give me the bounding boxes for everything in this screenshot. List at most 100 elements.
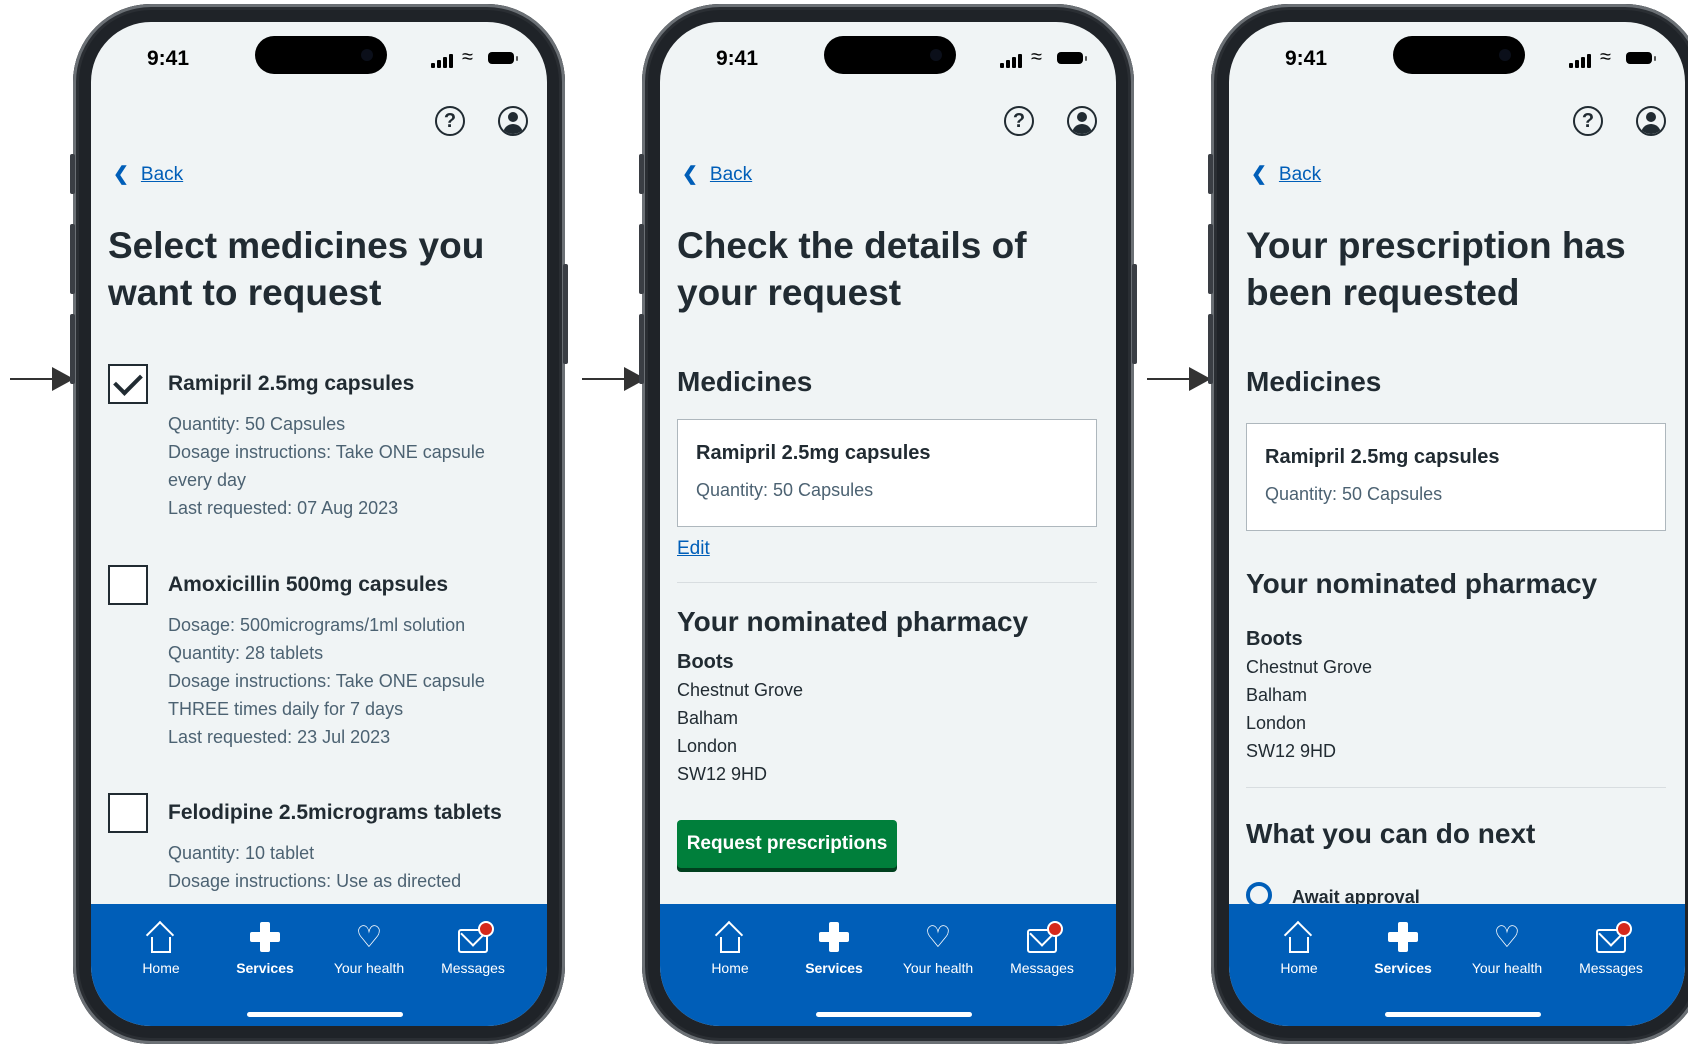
medicines-heading: Medicines <box>1246 366 1382 397</box>
tab-label: Home <box>1280 960 1318 976</box>
screen-prescription-requested: 9:41 ≈ ? ❮ Back Your prescription has bee… <box>1229 22 1685 1026</box>
tab-your-health[interactable]: ♡ Your health <box>1455 918 1559 976</box>
status-time: 9:41 <box>1285 47 1328 70</box>
account-icon[interactable] <box>498 106 528 136</box>
heart-icon: ♡ <box>355 921 383 954</box>
status-bar: 9:41 ≈ <box>660 22 1116 92</box>
tab-your-health[interactable]: ♡ Your health <box>886 918 990 976</box>
tab-label: Messages <box>441 960 505 976</box>
medicine-detail: Last requested: 23 Jul 2023 <box>168 727 391 747</box>
account-icon[interactable] <box>1636 106 1666 136</box>
medicine-name: Ramipril 2.5mg capsules <box>696 442 931 464</box>
tab-your-health[interactable]: ♡ Your health <box>317 918 421 976</box>
tab-home[interactable]: Home <box>109 918 213 976</box>
tab-label: Home <box>142 960 180 976</box>
medicine-detail: Quantity: 50 Capsules <box>168 414 346 434</box>
back-label: Back <box>709 164 753 185</box>
help-icon[interactable]: ? <box>1573 106 1603 136</box>
messages-envelope-icon <box>1596 921 1632 953</box>
next-steps-heading: What you can do next <box>1246 818 1536 849</box>
home-indicator[interactable] <box>247 1012 403 1017</box>
help-icon[interactable]: ? <box>1004 106 1034 136</box>
tab-label: Services <box>1374 960 1432 976</box>
medicine-name: Ramipril 2.5mg capsules <box>168 372 415 395</box>
medicine-detail: Dosage instructions: Take ONE capsule <box>168 671 485 691</box>
medicine-checkbox[interactable] <box>108 364 148 404</box>
medicine-detail: Quantity: 10 tablet <box>168 843 315 863</box>
battery-icon <box>488 52 518 64</box>
medicine-checkbox[interactable] <box>108 565 148 605</box>
page-title: Select medicines you want to request <box>108 225 485 313</box>
address-line: SW12 9HD <box>1246 741 1337 761</box>
page-title: Check the details of your request <box>677 225 1027 313</box>
dynamic-island <box>255 36 387 74</box>
tab-label: Services <box>805 960 863 976</box>
home-indicator[interactable] <box>816 1012 972 1017</box>
tab-label: Your health <box>902 960 974 976</box>
address-line: Balham <box>677 708 739 728</box>
services-cross-icon <box>819 922 849 952</box>
tab-home[interactable]: Home <box>678 918 782 976</box>
heart-icon: ♡ <box>924 921 952 954</box>
tab-services[interactable]: Services <box>213 918 317 976</box>
battery-icon <box>1057 52 1087 64</box>
status-bar: 9:41 ≈ <box>1229 22 1685 92</box>
tab-messages[interactable]: Messages <box>990 918 1094 976</box>
tab-services[interactable]: Services <box>782 918 886 976</box>
back-chevron-icon: ❮ <box>1251 164 1267 185</box>
notification-dot <box>1047 921 1063 937</box>
back-link[interactable]: ❮ Back <box>1251 163 1321 186</box>
services-cross-icon <box>250 922 280 952</box>
request-prescriptions-button[interactable]: Request prescriptions <box>677 820 897 868</box>
help-icon[interactable]: ? <box>435 106 465 136</box>
home-indicator[interactable] <box>1385 1012 1541 1017</box>
heart-icon: ♡ <box>1493 921 1521 954</box>
tab-bar: Home Services ♡ Your health Messages <box>1229 904 1685 1026</box>
flow-arrow-2 <box>582 367 646 391</box>
phone-check-details: 9:41 ≈ ? ❮ Back Check the details of your… <box>639 4 1137 1044</box>
status-time: 9:41 <box>716 47 759 70</box>
notification-dot <box>478 921 494 937</box>
pharmacy-address: Boots Chestnut Grove Balham London SW12 … <box>1246 625 1372 765</box>
flow-arrow-3 <box>1147 367 1211 391</box>
tab-label: Messages <box>1579 960 1643 976</box>
tab-label: Messages <box>1010 960 1074 976</box>
back-link[interactable]: ❮ Back <box>113 163 183 186</box>
pharmacy-name: Boots <box>677 651 734 673</box>
tab-messages[interactable]: Messages <box>421 918 525 976</box>
wifi-icon: ≈ <box>1600 46 1611 68</box>
pharmacy-heading: Your nominated pharmacy <box>677 606 1029 637</box>
address-line: Chestnut Grove <box>677 680 804 700</box>
page-title: Your prescription has been requested <box>1246 225 1626 313</box>
medicine-quantity: Quantity: 50 Capsules <box>696 480 874 500</box>
status-time: 9:41 <box>147 47 190 70</box>
back-link[interactable]: ❮ Back <box>682 163 752 186</box>
tab-home[interactable]: Home <box>1247 918 1351 976</box>
medicine-detail: Dosage instructions: Use as directed <box>168 871 462 891</box>
medicine-name: Ramipril 2.5mg capsules <box>1265 446 1500 468</box>
tab-services[interactable]: Services <box>1351 918 1455 976</box>
tab-label: Home <box>711 960 749 976</box>
divider <box>1246 787 1666 788</box>
notification-dot <box>1616 921 1632 937</box>
medicine-quantity: Quantity: 50 Capsules <box>1265 484 1443 504</box>
tab-label: Your health <box>1471 960 1543 976</box>
tab-label: Services <box>236 960 294 976</box>
flow-arrow-1 <box>10 367 74 391</box>
back-label: Back <box>140 164 184 185</box>
edit-link[interactable]: Edit <box>677 538 710 560</box>
medicine-card: Ramipril 2.5mg capsules Quantity: 50 Cap… <box>1246 423 1666 531</box>
check-icon <box>113 366 143 396</box>
tab-label: Your health <box>333 960 405 976</box>
dynamic-island <box>1393 36 1525 74</box>
phone-prescription-requested: 9:41 ≈ ? ❮ Back Your prescription has bee… <box>1208 4 1688 1044</box>
screen-select-medicines: 9:41 ≈ ? ❮ Back Select medicines you want… <box>91 22 547 1026</box>
tab-messages[interactable]: Messages <box>1559 918 1663 976</box>
battery-icon <box>1626 52 1656 64</box>
medicine-checkbox[interactable] <box>108 793 148 833</box>
medicine-detail: Dosage instructions: Take ONE capsule <box>168 442 485 462</box>
medicine-detail: Dosage: 500micrograms/1ml solution <box>168 615 466 635</box>
medicine-detail: every day <box>168 470 247 490</box>
back-chevron-icon: ❮ <box>682 164 698 185</box>
account-icon[interactable] <box>1067 106 1097 136</box>
